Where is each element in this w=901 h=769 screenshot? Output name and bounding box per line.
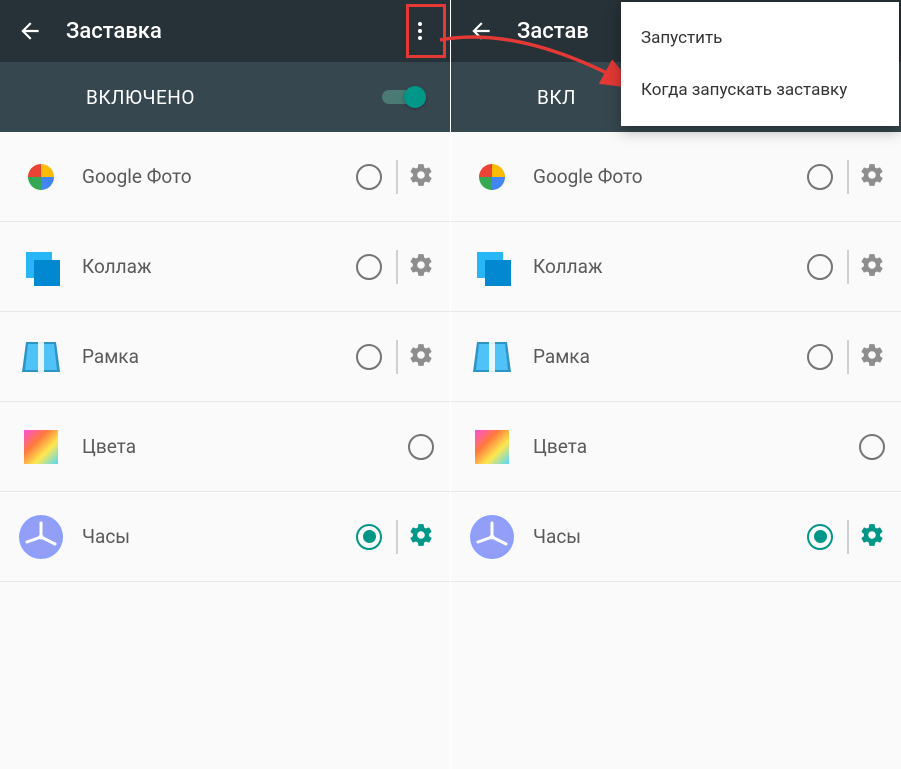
- settings-button[interactable]: [408, 162, 434, 192]
- settings-button[interactable]: [859, 252, 885, 282]
- list-item-google-photos[interactable]: Google Фото: [451, 132, 901, 222]
- settings-button[interactable]: [859, 162, 885, 192]
- divider: [396, 250, 398, 284]
- radio-button[interactable]: [807, 524, 833, 550]
- menu-item-when-to-start[interactable]: Когда запускать заставку: [621, 64, 899, 116]
- radio-button[interactable]: [356, 164, 382, 190]
- item-label: Цвета: [82, 435, 408, 458]
- item-label: Коллаж: [533, 255, 807, 278]
- frame-icon: [16, 332, 66, 382]
- google-photos-icon: [16, 152, 66, 202]
- app-toolbar: Заставка: [0, 0, 450, 62]
- divider: [396, 520, 398, 554]
- radio-button[interactable]: [356, 524, 382, 550]
- divider: [396, 340, 398, 374]
- settings-button[interactable]: [859, 522, 885, 552]
- master-switch-label: ВКЛЮЧЕНО: [86, 86, 382, 109]
- colors-icon: [16, 422, 66, 472]
- item-label: Цвета: [533, 435, 859, 458]
- item-label: Коллаж: [82, 255, 356, 278]
- list-item-google-photos[interactable]: Google Фото: [0, 132, 450, 222]
- divider: [847, 340, 849, 374]
- arrow-back-icon: [17, 18, 43, 44]
- gear-icon: [408, 522, 434, 548]
- divider: [847, 160, 849, 194]
- menu-item-start[interactable]: Запустить: [621, 12, 899, 64]
- item-label: Google Фото: [82, 165, 356, 188]
- item-label: Часы: [533, 525, 807, 548]
- gear-icon: [859, 252, 885, 278]
- settings-button[interactable]: [408, 342, 434, 372]
- clock-icon: [467, 512, 517, 562]
- list-item-clock[interactable]: Часы: [451, 492, 901, 582]
- screensaver-list: Google Фото Коллаж Рамка Ц: [451, 132, 901, 582]
- radio-button[interactable]: [807, 254, 833, 280]
- screensaver-list: Google Фото Коллаж Рамка Ц: [0, 132, 450, 582]
- radio-button[interactable]: [807, 164, 833, 190]
- master-switch-bar: ВКЛЮЧЕНО: [0, 62, 450, 132]
- item-label: Рамка: [82, 345, 356, 368]
- google-photos-icon: [467, 152, 517, 202]
- settings-button[interactable]: [408, 522, 434, 552]
- gear-icon: [408, 162, 434, 188]
- list-item-frame[interactable]: Рамка: [0, 312, 450, 402]
- radio-button[interactable]: [356, 254, 382, 280]
- gear-icon: [859, 342, 885, 368]
- gear-icon: [408, 342, 434, 368]
- gear-icon: [859, 162, 885, 188]
- screenshot-left: Заставка ВКЛЮЧЕНО Google Фото Коллаж: [0, 0, 450, 769]
- master-switch[interactable]: [382, 85, 426, 109]
- gear-icon: [408, 252, 434, 278]
- arrow-back-icon: [468, 18, 494, 44]
- screenshot-right: Застав ВКЛ Google Фото Коллаж Ра: [450, 0, 901, 769]
- collage-icon: [467, 242, 517, 292]
- list-item-colors[interactable]: Цвета: [0, 402, 450, 492]
- radio-button[interactable]: [807, 344, 833, 370]
- list-item-clock[interactable]: Часы: [0, 492, 450, 582]
- list-item-collage[interactable]: Коллаж: [451, 222, 901, 312]
- item-label: Часы: [82, 525, 356, 548]
- back-button[interactable]: [461, 11, 501, 51]
- settings-button[interactable]: [859, 342, 885, 372]
- settings-button[interactable]: [408, 252, 434, 282]
- radio-button[interactable]: [408, 434, 434, 460]
- list-item-colors[interactable]: Цвета: [451, 402, 901, 492]
- radio-button[interactable]: [356, 344, 382, 370]
- overflow-menu-button[interactable]: [400, 11, 440, 51]
- radio-button[interactable]: [859, 434, 885, 460]
- more-vert-icon: [408, 19, 432, 43]
- item-label: Рамка: [533, 345, 807, 368]
- divider: [396, 160, 398, 194]
- list-item-frame[interactable]: Рамка: [451, 312, 901, 402]
- page-title: Заставка: [66, 19, 400, 44]
- back-button[interactable]: [10, 11, 50, 51]
- clock-icon: [16, 512, 66, 562]
- overflow-menu: Запустить Когда запускать заставку: [621, 2, 899, 126]
- divider: [847, 250, 849, 284]
- list-item-collage[interactable]: Коллаж: [0, 222, 450, 312]
- item-label: Google Фото: [533, 165, 807, 188]
- collage-icon: [16, 242, 66, 292]
- frame-icon: [467, 332, 517, 382]
- colors-icon: [467, 422, 517, 472]
- gear-icon: [859, 522, 885, 548]
- divider: [847, 520, 849, 554]
